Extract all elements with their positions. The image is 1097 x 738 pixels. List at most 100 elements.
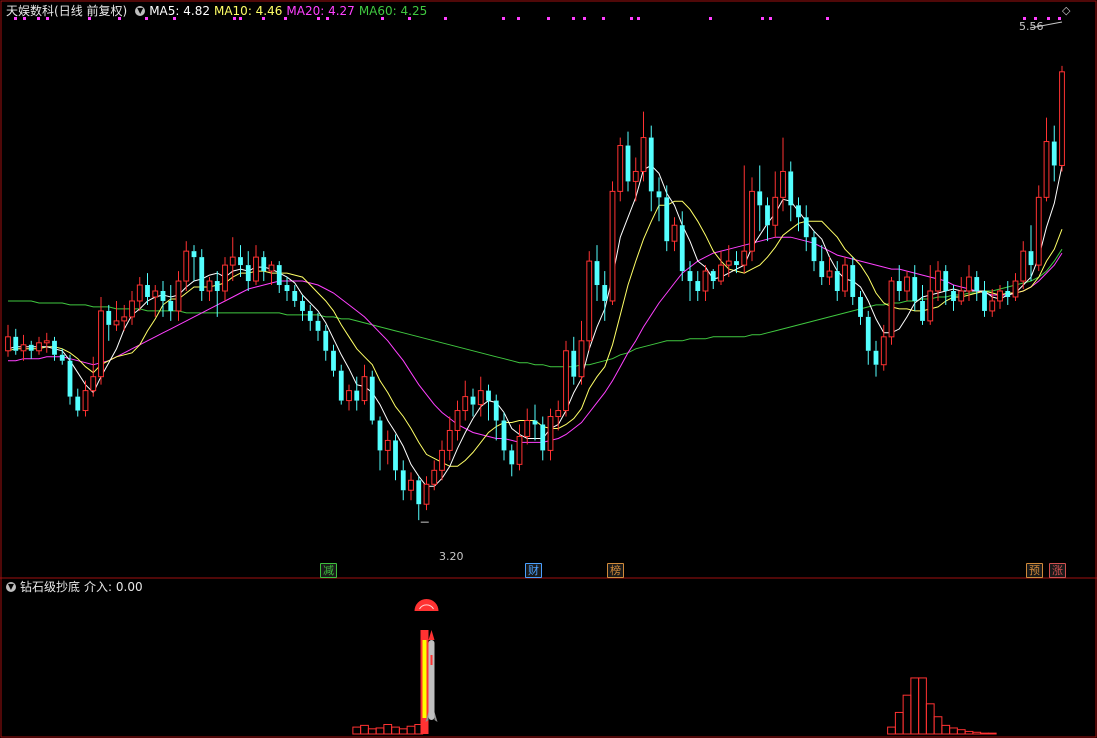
indicator-bar <box>918 677 927 735</box>
candle-body <box>788 171 794 206</box>
signal-dot <box>630 17 633 20</box>
candle-body <box>416 480 422 505</box>
candle <box>687 261 693 301</box>
diamond-icon[interactable]: ◇ <box>1062 4 1070 18</box>
indicator-bar <box>398 728 408 735</box>
candle-body <box>493 400 499 421</box>
candle <box>850 257 856 305</box>
candle-body <box>896 281 902 291</box>
candle <box>384 430 391 465</box>
indicator-bar <box>933 716 943 735</box>
candle <box>323 324 329 361</box>
candle <box>454 400 461 441</box>
event-tag-jian[interactable]: 减 <box>320 563 337 578</box>
candle <box>873 340 879 377</box>
rocket-stripe <box>430 655 433 665</box>
candle <box>292 285 298 307</box>
candle-body <box>563 350 569 412</box>
signal-broadcast-icon <box>414 599 439 611</box>
candle-body <box>1059 71 1065 166</box>
candle <box>98 296 104 385</box>
event-tag-cai[interactable]: 财 <box>525 563 542 578</box>
candle-body <box>439 449 445 471</box>
candle-body <box>1035 196 1042 266</box>
chart-frame <box>0 0 1097 738</box>
candle <box>796 197 801 232</box>
panel-borders <box>0 0 1097 738</box>
candle <box>571 336 577 385</box>
candle <box>920 285 925 325</box>
event-tag-zhang[interactable]: 涨 <box>1049 563 1066 578</box>
dropdown-icon[interactable]: ▼ <box>135 5 146 16</box>
candle <box>28 340 34 359</box>
candle <box>400 460 406 501</box>
ma60-line <box>8 248 1063 368</box>
sub-panel-header: ▼ 钻石级抄底 介入: 0.00 <box>4 580 147 594</box>
candle-body <box>28 344 34 351</box>
candle-body <box>664 197 670 242</box>
candle-body <box>454 410 461 431</box>
candle <box>67 354 73 405</box>
candle-body <box>307 310 313 321</box>
candle <box>214 271 220 317</box>
candle-body <box>997 290 1003 302</box>
candle <box>13 328 19 355</box>
signal-dot <box>1058 17 1061 20</box>
candle-body <box>609 190 616 302</box>
candle-body <box>540 424 546 451</box>
candle-body <box>850 265 856 297</box>
candle <box>640 111 647 182</box>
decorations <box>14 17 1063 734</box>
candle-body <box>129 300 135 318</box>
candle-body <box>276 265 282 286</box>
candle <box>129 291 135 325</box>
candle-body <box>912 277 918 301</box>
stock-title[interactable]: 天娱数科 <box>6 4 54 18</box>
candle <box>416 476 422 521</box>
ma5-label: MA5: 4.82 <box>149 4 210 18</box>
signal-dot <box>637 17 640 20</box>
ma60-label: MA60: 4.25 <box>358 4 428 18</box>
candle-body <box>1051 141 1057 166</box>
candle <box>788 161 794 222</box>
indicator-bar <box>949 727 958 735</box>
indicator-bar <box>941 724 951 735</box>
candle <box>896 265 902 301</box>
dropdown-icon[interactable]: ▼ <box>6 581 16 592</box>
candle-body <box>82 390 89 412</box>
indicator-bar <box>887 726 896 735</box>
candle-body <box>865 316 871 351</box>
signal-dot <box>709 17 712 20</box>
outer-border <box>0 0 1097 738</box>
event-tag-bang[interactable]: 榜 <box>607 563 624 578</box>
candle-body <box>199 257 205 291</box>
candle <box>408 472 414 501</box>
candle <box>393 434 398 481</box>
candle <box>152 285 159 317</box>
indicator-name[interactable]: 钻石级抄底 <box>20 580 80 594</box>
candle <box>1020 241 1027 290</box>
candle-body <box>725 260 732 266</box>
candle-body <box>888 280 895 338</box>
candle-body <box>920 300 925 321</box>
indicator-bar <box>964 730 974 735</box>
candle-body <box>656 191 662 198</box>
candle <box>632 157 639 202</box>
candle-body <box>710 271 716 282</box>
event-tag-yu[interactable]: 预 <box>1026 563 1043 578</box>
candle <box>617 137 624 202</box>
candle <box>516 424 523 471</box>
indicator-bar <box>391 726 400 735</box>
indicator-value: 介入: 0.00 <box>84 580 143 594</box>
candle-body <box>757 191 763 206</box>
candle <box>431 460 438 491</box>
chart-mode: (日线 前复权) <box>54 4 128 18</box>
candlestick-series[interactable] <box>5 65 1065 521</box>
signal-dot <box>517 17 520 20</box>
candle <box>462 380 469 421</box>
candle <box>718 251 724 286</box>
candle-body <box>377 420 383 451</box>
candle-body <box>206 280 213 292</box>
indicator-bars <box>352 677 997 735</box>
candle <box>245 251 251 291</box>
